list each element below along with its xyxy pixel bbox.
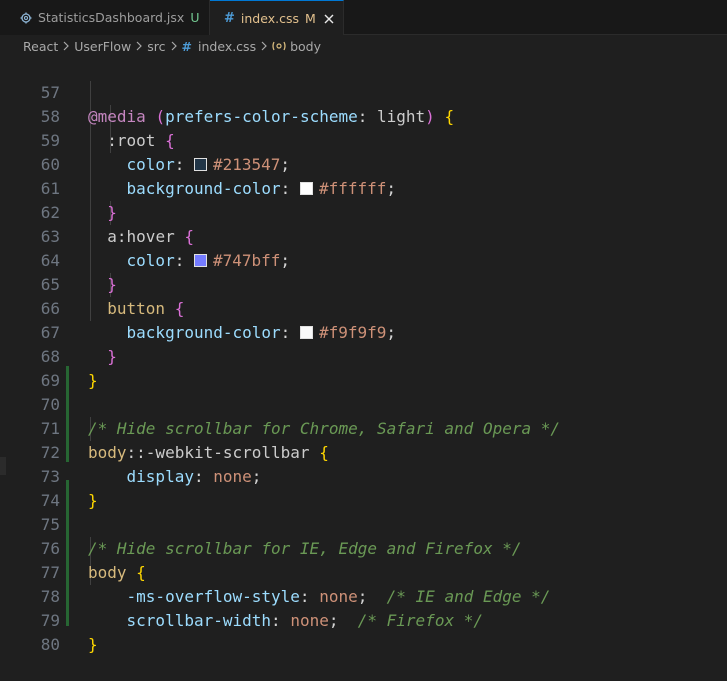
hash-icon: # [181, 38, 193, 54]
code-line: 62 a:hover { [0, 177, 727, 246]
code-line: 73 } [0, 441, 727, 510]
code-line: 66 background-color: #f9f9f9; [0, 273, 727, 342]
chevron-right-icon [170, 41, 178, 51]
breadcrumb: React UserFlow src # index.css body [0, 35, 727, 57]
breadcrumb-item-body[interactable]: body [290, 39, 321, 54]
chevron-right-icon [62, 41, 70, 51]
code-line: 78 scrollbar-width: none; /* Firefox */ [0, 561, 727, 630]
hash-icon: # [224, 11, 235, 26]
code-line: 79 } [0, 585, 727, 654]
close-icon[interactable] [324, 14, 334, 24]
code-line: 58 :root { [0, 81, 727, 150]
breadcrumb-item-src[interactable]: src [147, 39, 165, 54]
code-line: 60 background-color: #ffffff; [0, 129, 727, 198]
tab-label: index.css [240, 11, 299, 26]
breadcrumb-item-userflow[interactable]: UserFlow [74, 39, 131, 54]
editor-tab-bar: StatisticsDashboard.jsx U # index.css M [0, 0, 727, 36]
tab-statistics-dashboard[interactable]: StatisticsDashboard.jsx U [0, 0, 210, 35]
code-line: 77 -ms-overflow-style: none; /* IE and E… [0, 537, 727, 606]
code-line: 63 color: #747bff; [0, 201, 727, 270]
code-line: 76 body { [0, 513, 727, 582]
code-line: 72 display: none; [0, 417, 727, 486]
code-line: 80 [0, 609, 727, 654]
code-line: 68 } [0, 321, 727, 390]
code-line: 59 color: #213547; [0, 105, 727, 174]
code-editor[interactable]: 57 @media (prefers-color-scheme: light) … [0, 57, 727, 669]
breadcrumb-item-react[interactable]: React [23, 39, 58, 54]
code-line: 57 @media (prefers-color-scheme: light) … [0, 57, 727, 126]
code-line: 67 } [0, 297, 727, 366]
tab-label: StatisticsDashboard.jsx [38, 10, 185, 25]
chevron-right-icon [260, 41, 268, 51]
code-line: 74 [0, 465, 727, 510]
gear-icon [20, 12, 32, 24]
line-number: 80 [40, 635, 60, 654]
code-line: 64 } [0, 225, 727, 294]
symbol-selector-icon [272, 40, 286, 52]
git-status-badge: U [190, 10, 200, 25]
tab-index-css[interactable]: # index.css M [210, 0, 344, 36]
breadcrumb-item-index-css[interactable]: index.css [198, 39, 256, 54]
token-brace: } [88, 635, 98, 654]
code-line: 69 [0, 345, 727, 390]
code-line: 61 } [0, 153, 727, 222]
code-line: 65 button { [0, 249, 727, 318]
code-line: 71 body::-webkit-scrollbar { [0, 393, 727, 462]
chevron-right-icon [135, 41, 143, 51]
code-line: 70 /* Hide scrollbar for Chrome, Safari … [0, 369, 727, 438]
git-status-badge: M [304, 11, 316, 26]
code-line: 75 /* Hide scrollbar for IE, Edge and Fi… [0, 489, 727, 558]
